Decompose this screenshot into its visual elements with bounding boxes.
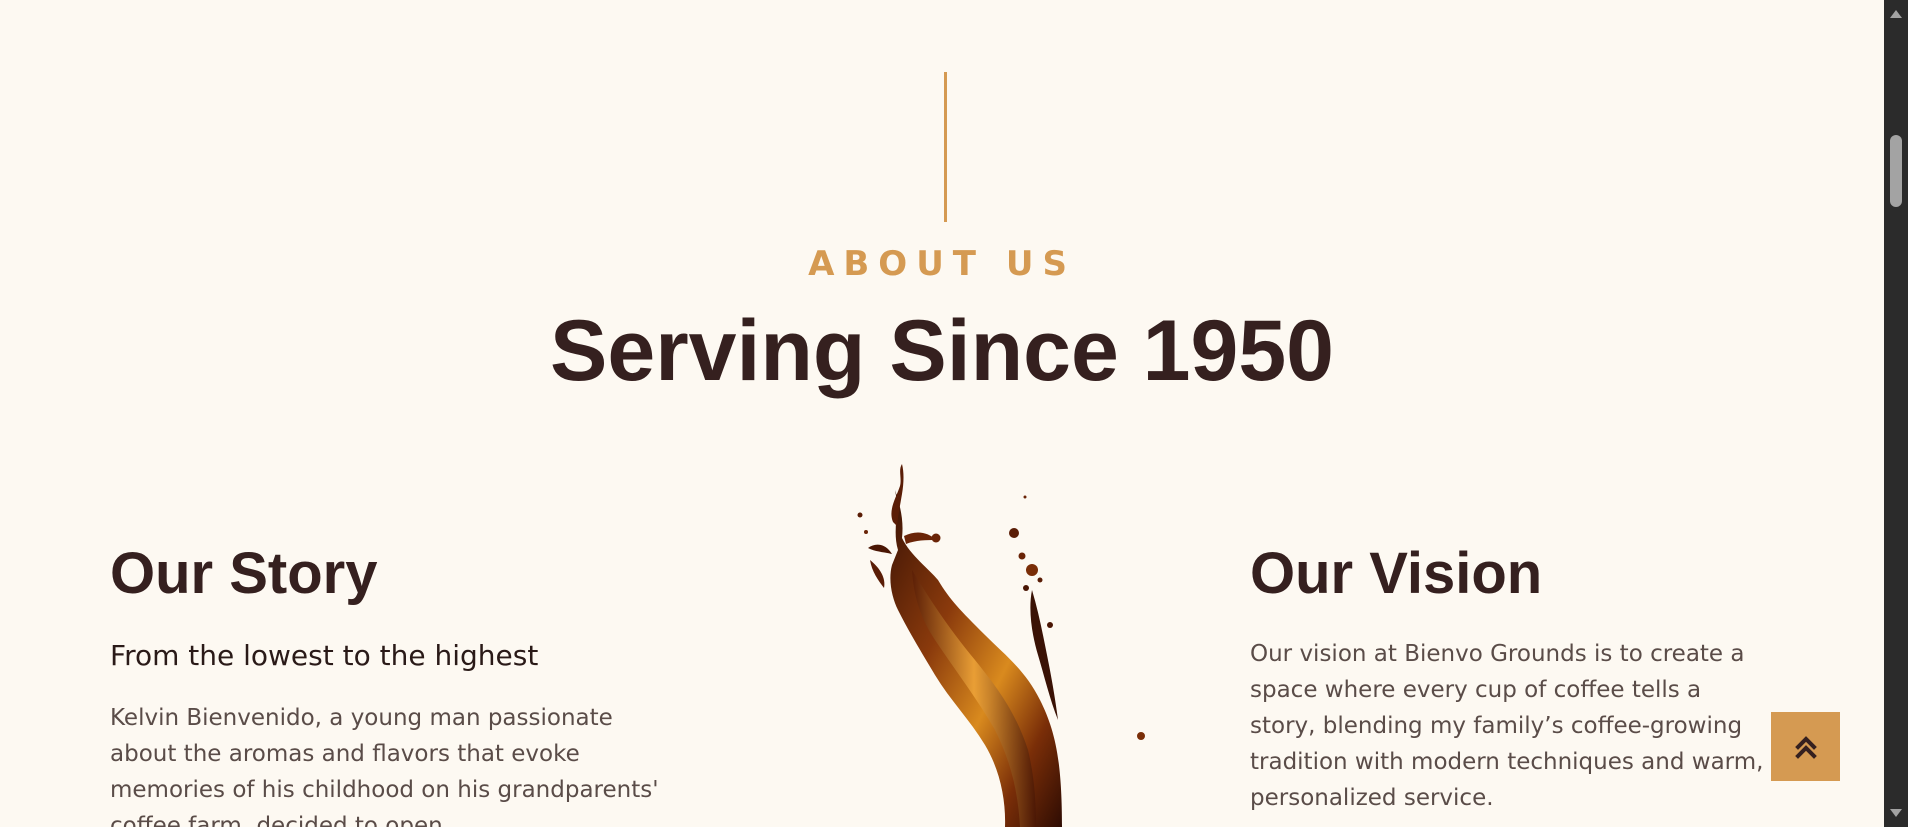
our-vision-heading: Our Vision xyxy=(1250,541,1543,606)
our-story-column: Our Story From the lowest to the highest… xyxy=(110,538,670,827)
vertical-divider xyxy=(944,72,947,222)
about-section: ABOUT US Serving Since 1950 Our Story Fr… xyxy=(0,0,1884,827)
scroll-to-top-button[interactable] xyxy=(1771,712,1840,781)
scroll-up-arrow-icon[interactable] xyxy=(1884,4,1908,24)
section-eyebrow: ABOUT US xyxy=(808,244,1076,284)
our-story-text: Kelvin Bienvenido, a young man passionat… xyxy=(110,705,659,827)
our-story-subheading: From the lowest to the highest xyxy=(110,639,539,672)
vertical-scrollbar[interactable] xyxy=(1884,0,1908,827)
scroll-down-arrow-icon[interactable] xyxy=(1884,803,1908,823)
scrollbar-thumb[interactable] xyxy=(1890,135,1902,207)
double-chevron-up-icon xyxy=(1794,735,1817,759)
coffee-splash-image xyxy=(857,464,1145,827)
our-vision-text: Our vision at Bienvo Grounds is to creat… xyxy=(1250,641,1764,811)
our-story-heading: Our Story xyxy=(110,541,378,606)
section-title: Serving Since 1950 xyxy=(550,303,1334,399)
our-vision-column: Our Vision Our vision at Bienvo Grounds … xyxy=(1250,538,1770,816)
